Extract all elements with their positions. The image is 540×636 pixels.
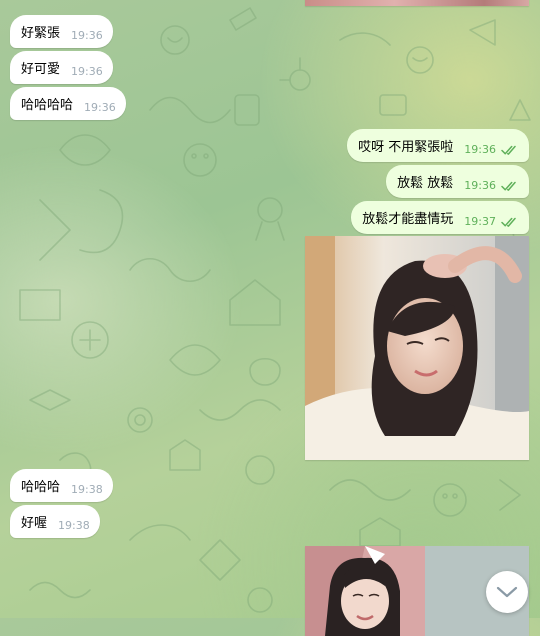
message-bubble[interactable]: 哈哈哈哈 19:36: [10, 87, 126, 120]
message-time: 19:36: [71, 29, 103, 42]
photo-message[interactable]: [305, 0, 529, 6]
message-text: 哎呀 不用緊張啦: [358, 140, 454, 155]
message-bubble[interactable]: 好緊張 19:36: [10, 15, 113, 48]
message-text: 好可愛: [21, 62, 61, 77]
message-time: 19:36: [464, 143, 496, 156]
double-check-icon: [501, 217, 516, 227]
message-text: 好喔: [21, 516, 48, 531]
double-check-icon: [501, 145, 516, 155]
message-text: 放鬆 放鬆: [397, 176, 454, 191]
chevron-down-icon: [496, 586, 518, 598]
photo-message[interactable]: [305, 236, 529, 460]
double-check-icon: [501, 181, 516, 191]
message-bubble[interactable]: 好喔 19:38: [10, 505, 100, 538]
message-bubble[interactable]: 好可愛 19:36: [10, 51, 113, 84]
message-bubble[interactable]: 放鬆 放鬆 19:36: [386, 165, 529, 198]
message-time: 19:38: [71, 483, 103, 496]
message-bubble[interactable]: 哈哈哈 19:38: [10, 469, 113, 502]
message-bubble[interactable]: 放鬆才能盡情玩 19:37: [351, 201, 529, 234]
message-text: 哈哈哈哈: [21, 98, 74, 113]
message-time: 19:36: [84, 101, 116, 114]
message-time: 19:36: [464, 179, 496, 192]
message-bubble[interactable]: 哎呀 不用緊張啦 19:36: [347, 129, 529, 162]
message-text: 哈哈哈: [21, 480, 61, 495]
message-time: 19:36: [71, 65, 103, 78]
message-text: 好緊張: [21, 26, 61, 41]
message-time: 19:37: [464, 215, 496, 228]
photo-content: [305, 236, 529, 460]
message-time: 19:38: [58, 519, 90, 532]
message-text: 放鬆才能盡情玩: [362, 212, 454, 227]
scroll-down-button[interactable]: [486, 571, 528, 613]
